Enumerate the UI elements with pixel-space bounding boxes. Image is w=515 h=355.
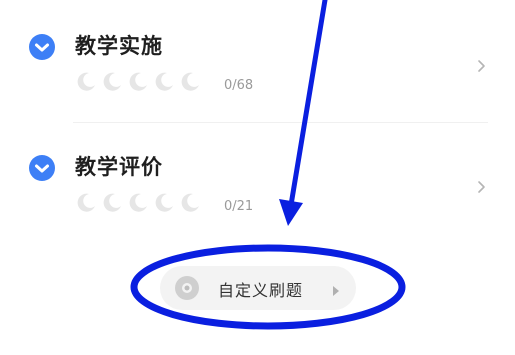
custom-practice-button[interactable]: 自定义刷题 — [160, 266, 356, 310]
chapter-item[interactable]: 教学评价 0/21 — [0, 147, 515, 223]
play-triangle-icon — [332, 282, 340, 296]
custom-practice-label: 自定义刷题 — [218, 281, 304, 300]
disc-icon — [174, 275, 200, 301]
divider — [73, 122, 488, 123]
chevron-right-icon[interactable] — [477, 179, 487, 193]
moon-icon — [129, 72, 147, 91]
moon-icon — [129, 193, 147, 212]
moon-icon — [77, 193, 95, 212]
chapter-title: 教学实施 — [75, 34, 163, 58]
progress-count: 0/68 — [224, 78, 254, 93]
moon-icon — [103, 193, 121, 212]
chevron-right-icon[interactable] — [477, 58, 487, 72]
moon-icon — [103, 72, 121, 91]
chapter-item[interactable]: 教学实施 0/68 — [0, 26, 515, 102]
moon-icon — [155, 72, 173, 91]
chapter-list-screen: 教学实施 0/68 教学评价 0/21 自定义刷题 — [0, 0, 515, 355]
check-circle-icon — [29, 34, 55, 60]
moon-icon — [181, 72, 199, 91]
moon-icon — [77, 72, 95, 91]
moon-icon — [155, 193, 173, 212]
moon-icon — [181, 193, 199, 212]
progress-count: 0/21 — [224, 199, 254, 214]
chapter-title: 教学评价 — [75, 155, 163, 179]
check-circle-icon — [29, 155, 55, 181]
